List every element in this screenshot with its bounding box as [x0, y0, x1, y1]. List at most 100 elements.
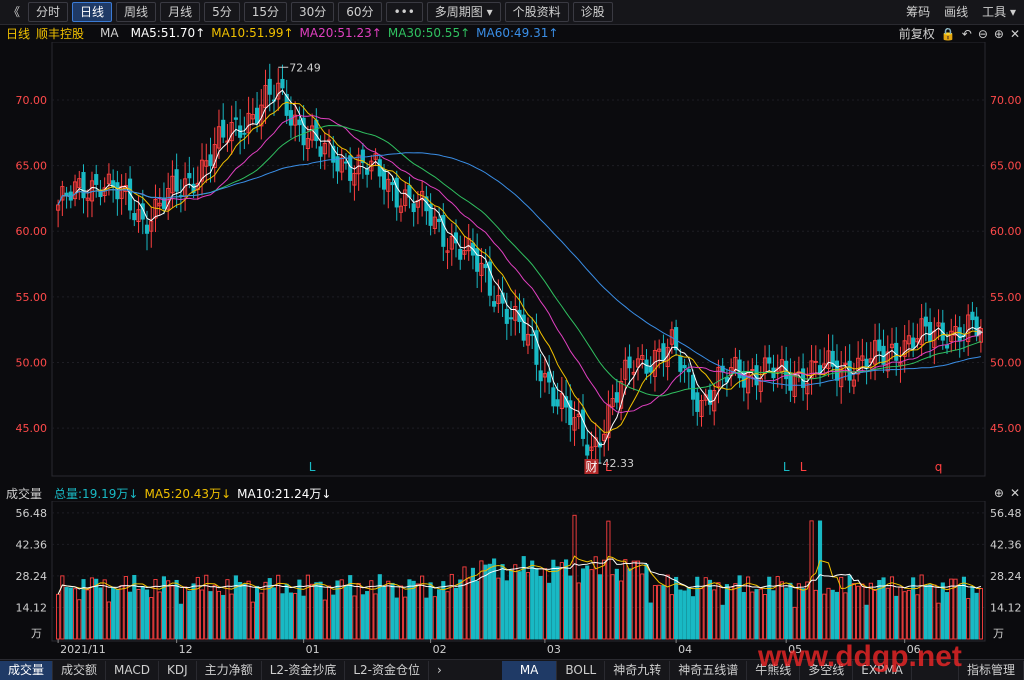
tab-boll[interactable]: BOLL: [557, 660, 606, 680]
tab-l2-bottom[interactable]: L2-资金抄底: [262, 660, 346, 680]
volume-bar: [606, 520, 611, 640]
period-tab-15min[interactable]: 15分: [243, 2, 287, 22]
period-tab-monthly[interactable]: 月线: [160, 2, 201, 22]
candle-body: [674, 327, 679, 351]
tab-turnover[interactable]: 成交额: [53, 660, 107, 680]
period-tab-30min[interactable]: 30分: [291, 2, 335, 22]
tab-main-net[interactable]: 主力净额: [197, 660, 262, 680]
volume-bar: [572, 514, 577, 640]
lock-icon[interactable]: 🔒: [941, 27, 956, 41]
period-tab-5min[interactable]: 5分: [204, 2, 240, 22]
candle-body: [381, 169, 387, 190]
candle-body: [233, 117, 238, 120]
volume-bar: [923, 584, 928, 640]
ma20-value: MA20:51.23↑: [299, 26, 382, 40]
candle-body: [754, 365, 759, 386]
multi-period-dropdown[interactable]: 多周期图 ▾: [426, 2, 501, 22]
volume-bar: [957, 585, 962, 640]
volume-bar: [119, 585, 124, 640]
adjust-label[interactable]: 前复权: [899, 25, 935, 42]
candle-body: [877, 339, 882, 352]
volume-bar: [720, 604, 725, 640]
volume-bar: [373, 593, 378, 640]
x-tick-label: 2021/11: [60, 643, 106, 656]
volume-bar: [77, 599, 82, 640]
volume-bar: [352, 595, 357, 640]
ma10-value: MA10:51.99↑: [211, 26, 294, 40]
volume-bar: [212, 584, 217, 640]
indicator-manage-button[interactable]: 指标管理: [957, 660, 1024, 680]
candle-body: [483, 264, 488, 269]
back-button[interactable]: 《: [4, 3, 24, 21]
volume-bar: [170, 585, 175, 640]
volume-bar: [462, 566, 467, 640]
period-tab-daily[interactable]: 日线: [72, 2, 113, 22]
diagnose-button[interactable]: 诊股: [572, 2, 613, 22]
close-icon[interactable]: ✕: [1010, 27, 1020, 41]
volume-bar: [678, 589, 683, 640]
volume-bars: [56, 514, 983, 640]
volume-bar: [712, 589, 717, 640]
tab-l2-position[interactable]: L2-资金仓位: [345, 660, 429, 680]
volume-ma10: MA10:21.24万↓: [237, 486, 332, 501]
zoom-in-icon[interactable]: ⊕: [994, 27, 1004, 41]
volume-unit-left: 万: [31, 627, 42, 640]
volume-bar: [288, 592, 293, 640]
volume-close-icon[interactable]: ✕: [1010, 486, 1020, 500]
volume-bar: [335, 580, 340, 640]
candlestick-chart[interactable]: 70.00 70.00 65.00 65.00 60.00 60.00 55.00 55.00…: [0, 42, 1024, 486]
volume-chart[interactable]: 56.48 56.48 42.36 42.36 28.24 28.24 14.12 14.12…: [0, 501, 1024, 659]
price-tick-label-left: 70.00: [16, 94, 48, 107]
chips-button[interactable]: 筹码: [906, 3, 930, 20]
volume-bar: [538, 575, 543, 640]
ma-legend-bar: 日线 顺丰控股 MA MA5:51.70↑ MA10:51.99↑ MA20:5…: [0, 24, 1024, 42]
stock-profile-button[interactable]: 个股资料: [504, 2, 569, 22]
volume-bar: [724, 584, 729, 640]
tab-volume[interactable]: 成交量: [0, 660, 54, 680]
volume-zoom-in-icon[interactable]: ⊕: [994, 486, 1004, 500]
volume-bar: [525, 572, 531, 640]
undo-icon[interactable]: ↶: [962, 27, 972, 41]
candle-body: [365, 168, 370, 175]
volume-bar: [530, 560, 535, 640]
volume-bar: [682, 590, 687, 640]
volume-bar: [259, 592, 264, 640]
volume-bar: [657, 584, 662, 640]
volume-bar: [453, 587, 459, 640]
candle-body: [530, 334, 535, 337]
tools-dropdown[interactable]: 工具 ▾: [982, 3, 1016, 20]
zoom-out-icon[interactable]: ⊖: [978, 27, 988, 41]
volume-bar: [534, 568, 539, 640]
tab-five-line[interactable]: 神奇五线谱: [670, 660, 748, 680]
volume-bar: [674, 576, 679, 640]
volume-bar: [944, 592, 950, 640]
stock-name: 顺丰控股: [36, 26, 85, 41]
volume-bar: [631, 560, 636, 640]
tabs-next-icon[interactable]: ›: [429, 661, 450, 680]
volume-bar: [208, 591, 213, 640]
volume-total: 总量:19.19万↓: [54, 486, 139, 501]
top-toolbar: 《 分时 日线 周线 月线 5分 15分 30分 60分 ••• 多周期图 ▾ …: [0, 0, 1024, 25]
tab-macd[interactable]: MACD: [106, 660, 160, 680]
volume-bar: [873, 590, 878, 640]
volume-bar: [801, 588, 806, 640]
volume-bar: [504, 580, 509, 640]
tab-ma[interactable]: MA: [501, 660, 558, 680]
ma-label[interactable]: MA: [100, 26, 119, 40]
period-tab-weekly[interactable]: 周线: [116, 2, 157, 22]
period-tab-fenshi[interactable]: 分时: [28, 2, 69, 22]
price-tick-label-right: 45.00: [990, 422, 1022, 435]
volume-bar: [411, 580, 416, 640]
max-label: 72.49: [289, 61, 321, 74]
volume-bar: [898, 586, 903, 640]
draw-button[interactable]: 画线: [944, 3, 968, 20]
volume-bar: [868, 582, 873, 640]
volume-bar: [365, 591, 370, 640]
volume-bar: [813, 589, 818, 640]
tab-nine-turn[interactable]: 神奇九转: [605, 660, 671, 680]
tab-kdj[interactable]: KDJ: [159, 660, 197, 680]
period-tab-60min[interactable]: 60分: [338, 2, 382, 22]
more-button[interactable]: •••: [385, 2, 423, 22]
period-label: 日线: [6, 26, 31, 41]
candle-body: [538, 370, 543, 382]
